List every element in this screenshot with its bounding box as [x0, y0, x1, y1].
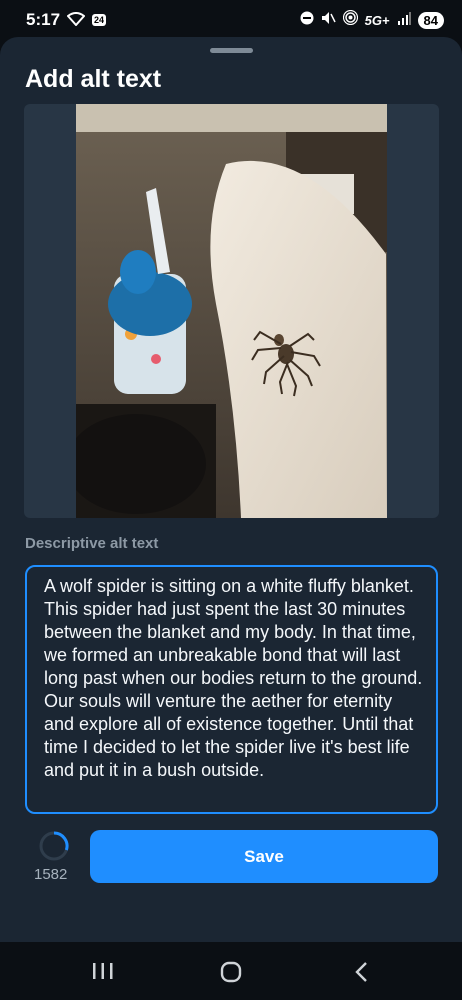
battery-icon: 84 [417, 11, 444, 29]
system-nav-bar [0, 942, 462, 1000]
home-icon[interactable] [220, 961, 242, 983]
calendar-badge-icon: 24 [92, 14, 107, 26]
drag-handle[interactable] [210, 48, 253, 53]
alt-text-input[interactable]: A wolf spider is sitting on a white fluf… [25, 565, 438, 814]
wifi-icon [66, 11, 86, 29]
back-icon[interactable] [352, 961, 372, 983]
character-count: 1582 [34, 866, 68, 883]
signal-icon [397, 10, 411, 30]
image-preview [24, 104, 439, 518]
recents-icon[interactable] [92, 962, 114, 980]
alt-text-value[interactable]: A wolf spider is sitting on a white fluf… [44, 575, 424, 782]
network-type: 5G+ [364, 12, 390, 28]
status-bar: 5:17 24 5G+ 84 [0, 0, 462, 40]
dnd-icon [300, 10, 314, 30]
sheet-title: Add alt text [25, 65, 162, 93]
save-button[interactable]: Save [90, 830, 438, 883]
status-time: 5:17 [26, 10, 61, 29]
alt-text-label: Descriptive alt text [25, 535, 159, 552]
mute-icon [321, 10, 336, 30]
character-counter-ring [39, 831, 69, 861]
spider-photo [76, 104, 387, 518]
alt-text-sheet: Add alt text Descriptive alt text A wolf… [0, 37, 462, 942]
hotspot-icon [342, 9, 358, 30]
